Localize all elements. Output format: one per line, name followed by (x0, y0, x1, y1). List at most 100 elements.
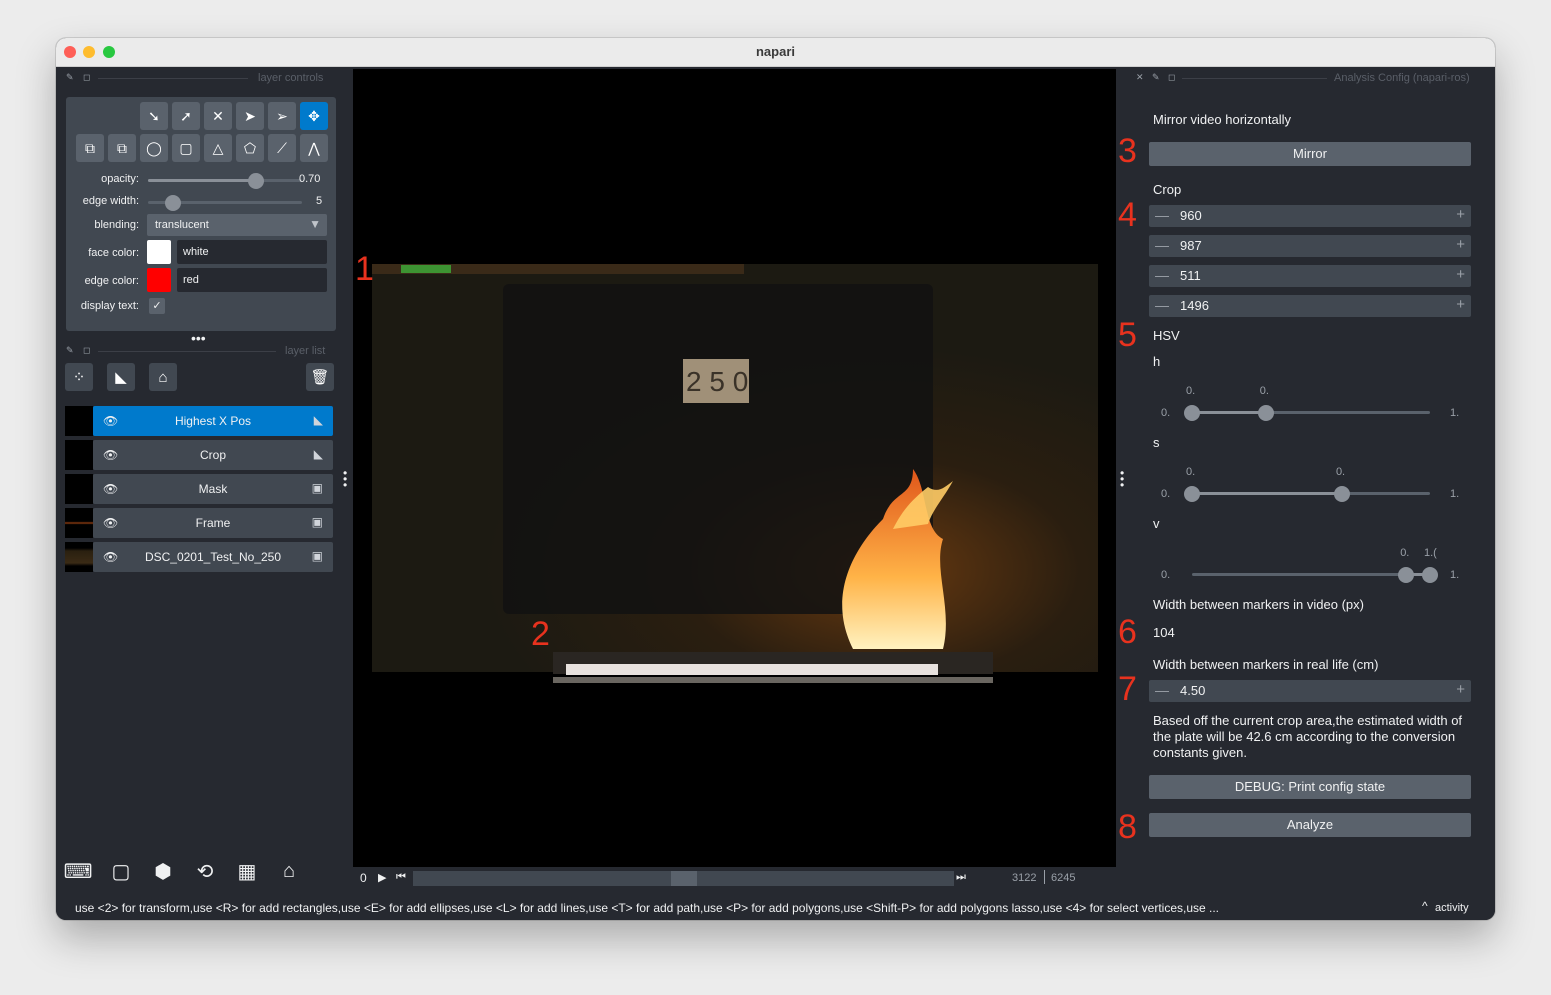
step-forward-button[interactable]: ⏭ (956, 871, 966, 884)
annotation-1: 1 (355, 250, 374, 288)
grid-view-button[interactable]: ▦ (232, 856, 262, 886)
edge-color-label: edge color: (84, 275, 139, 287)
layer-item-frame[interactable]: 👁 Frame ▣ (93, 508, 333, 538)
opacity-value: 0.70 (299, 173, 321, 185)
plus-icon[interactable]: + (1456, 206, 1465, 223)
splitter-handle[interactable]: ••• (191, 330, 206, 346)
close-icon[interactable]: ✕ (1136, 72, 1144, 83)
crop-spinbox-1[interactable]: — 960 + (1149, 205, 1471, 227)
layer-item-crop[interactable]: 👁 Crop ◣ (93, 440, 333, 470)
display-text-label: display text: (80, 300, 139, 312)
blending-value: translucent (155, 219, 209, 231)
play-button[interactable]: ▶ (378, 871, 386, 884)
chevron-up-icon[interactable]: ^ (1422, 899, 1428, 913)
h-high-handle[interactable] (1257, 405, 1274, 421)
minus-icon[interactable]: — (1155, 297, 1169, 313)
minus-icon[interactable]: — (1155, 682, 1169, 698)
s-high-handle[interactable] (1333, 486, 1350, 502)
mirror-button[interactable]: Mirror (1149, 142, 1471, 166)
edge-color-swatch[interactable] (147, 268, 171, 292)
shapes-icon: ◣ (115, 369, 127, 386)
layer-item-dsc-0201[interactable]: 👁 DSC_0201_Test_No_250 ▣ (93, 542, 333, 572)
layer-thumbnail (65, 440, 93, 470)
direct-select-tool[interactable]: ➢ (268, 102, 296, 130)
activity-button[interactable]: activity (1435, 902, 1469, 914)
minus-icon[interactable]: — (1155, 267, 1169, 283)
plus-icon[interactable]: + (1456, 266, 1465, 283)
move-icon: ✥ (308, 107, 320, 124)
crop-spinbox-2[interactable]: — 987 + (1149, 235, 1471, 257)
v-high-handle[interactable] (1422, 567, 1438, 583)
width-video-input[interactable]: 104 (1149, 621, 1471, 643)
layer-thumbnail (65, 474, 93, 504)
new-labels-layer-button[interactable]: ⌂ (149, 363, 177, 391)
home-button[interactable]: ⌂ (274, 856, 304, 886)
add-line-tool[interactable]: ⟋ (268, 134, 296, 162)
estimate-text: Based off the current crop area,the esti… (1153, 713, 1463, 760)
transpose-button[interactable]: ⟲ (190, 856, 220, 886)
plus-icon[interactable]: + (1456, 236, 1465, 253)
face-color-field[interactable]: white (177, 240, 327, 264)
display-text-checkbox[interactable]: ✓ (149, 298, 165, 314)
delete-shape-tool[interactable]: ✕ (204, 102, 232, 130)
viewer-canvas[interactable]: 2 5 0 1 2 (353, 69, 1116, 867)
minus-icon[interactable]: — (1155, 207, 1169, 223)
v-range-slider[interactable] (1192, 573, 1430, 576)
float-dock-icon[interactable]: ✎ (66, 345, 74, 356)
remove-point-tool[interactable]: ➘ (140, 102, 168, 130)
crop-spinbox-3[interactable]: — 511 + (1149, 265, 1471, 287)
annotation-6: 6 (1118, 613, 1137, 651)
right-splitter-handle[interactable]: • • • (1120, 467, 1124, 491)
layer-item-mask[interactable]: 👁 Mask ▣ (93, 474, 333, 504)
dims-slider[interactable] (413, 871, 954, 886)
new-points-layer-button[interactable]: ⁘ (65, 363, 93, 391)
undock-icon[interactable]: ◻ (83, 345, 90, 356)
delete-layer-button[interactable]: 🗑 (306, 363, 334, 391)
console-button[interactable]: ⌨ (63, 856, 93, 886)
edge-color-field[interactable]: red (177, 268, 327, 292)
float-dock-icon[interactable]: ✎ (66, 72, 74, 83)
edge-width-slider-handle[interactable] (165, 195, 181, 211)
plus-icon[interactable]: + (1456, 681, 1465, 698)
face-color-swatch[interactable] (147, 240, 171, 264)
analyze-button[interactable]: Analyze (1149, 813, 1471, 837)
step-back-button[interactable]: ⏮ (396, 871, 406, 884)
ndisplay-button[interactable]: ▢ (106, 856, 136, 886)
layer-thumbnail (65, 406, 93, 436)
add-rectangle-tool[interactable]: ▢ (172, 134, 200, 162)
image-icon: ▣ (311, 549, 323, 563)
undock-icon[interactable]: ◻ (1168, 72, 1175, 83)
move-front-tool[interactable]: ⧉ (108, 134, 136, 162)
dims-slider-handle[interactable] (670, 871, 697, 886)
width-video-value: 104 (1153, 625, 1175, 640)
plus-icon[interactable]: + (1456, 296, 1465, 313)
dims-current-frame[interactable]: 3122 (1012, 872, 1036, 884)
add-point-tool[interactable]: ➚ (172, 102, 200, 130)
left-splitter-handle[interactable]: • • • (343, 467, 347, 491)
layer-item-highest-x-pos[interactable]: 👁 Highest X Pos ◣ (93, 406, 333, 436)
debug-button[interactable]: DEBUG: Print config state (1149, 775, 1471, 799)
minus-icon[interactable]: — (1155, 237, 1169, 253)
add-polygon-tool[interactable]: ⬠ (236, 134, 264, 162)
v-label: v (1153, 516, 1160, 531)
move-back-tool[interactable]: ⧉ (76, 134, 104, 162)
float-dock-icon[interactable]: ✎ (1152, 72, 1160, 83)
select-shapes-tool[interactable]: ➤ (236, 102, 264, 130)
add-triangle-tool[interactable]: △ (204, 134, 232, 162)
h-max-label: 1. (1450, 407, 1460, 419)
v-low-handle[interactable] (1398, 567, 1415, 583)
roll-dims-button[interactable]: ⬢ (148, 856, 178, 886)
add-path-tool[interactable]: ⋀ (300, 134, 328, 162)
s-low-handle[interactable] (1184, 486, 1200, 502)
undock-icon[interactable]: ◻ (83, 72, 90, 83)
crop-spinbox-4[interactable]: — 1496 + (1149, 295, 1471, 317)
new-shapes-layer-button[interactable]: ◣ (107, 363, 135, 391)
dims-total-frames: 6245 (1051, 872, 1076, 884)
blending-dropdown[interactable]: translucent ▼ (147, 214, 327, 236)
add-ellipse-tool[interactable]: ◯ (140, 134, 168, 162)
width-real-spinbox[interactable]: — 4.50 + (1149, 680, 1471, 702)
pan-zoom-tool[interactable]: ✥ (300, 102, 328, 130)
crop-label: Crop (1153, 182, 1182, 197)
h-low-handle[interactable] (1184, 405, 1200, 421)
opacity-slider-handle[interactable] (247, 173, 264, 189)
